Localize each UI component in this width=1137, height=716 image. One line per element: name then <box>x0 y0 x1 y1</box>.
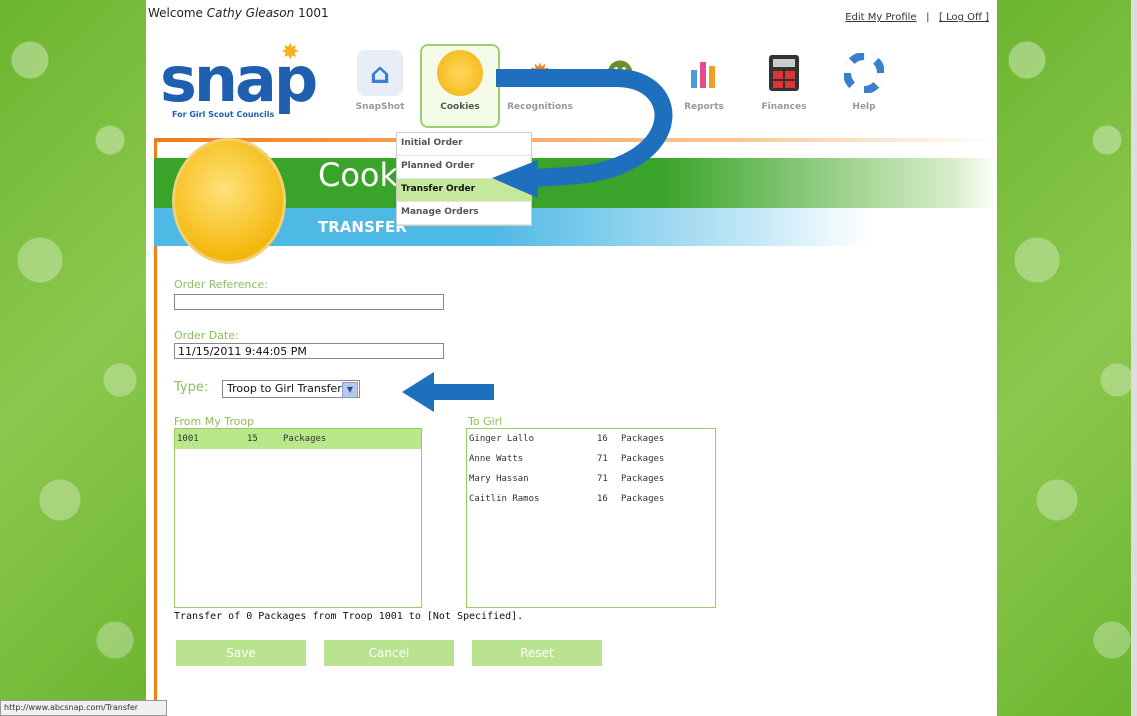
list-item[interactable]: Caitlin Ramos 16 Packages <box>467 489 715 509</box>
right-background-pattern <box>997 0 1137 716</box>
type-select-value: Troop to Girl Transfer <box>227 382 342 395</box>
left-background-pattern <box>0 0 146 716</box>
curved-arrow-head <box>492 160 538 198</box>
girl-name: Mary Hassan <box>469 474 529 484</box>
girl-qty: 16 <box>597 494 608 504</box>
list-item[interactable]: Anne Watts 71 Packages <box>467 449 715 469</box>
vertical-scrollbar[interactable] <box>1131 0 1137 716</box>
browser-status-bar: http://www.abcsnap.com/Transfer <box>0 700 167 716</box>
girl-unit: Packages <box>621 434 665 444</box>
order-date-label: Order Date: <box>174 329 239 342</box>
cancel-button[interactable]: Cancel <box>324 640 454 666</box>
from-troop-label: From My Troop <box>174 415 255 428</box>
main-content: Welcome Cathy Gleason 1001 Edit My Profi… <box>146 0 997 716</box>
girl-qty: 71 <box>597 474 608 484</box>
troop-qty: 15 <box>247 434 258 444</box>
list-item[interactable]: Ginger Lallo 16 Packages <box>467 429 715 449</box>
girl-unit: Packages <box>621 454 665 464</box>
order-date-input[interactable]: 11/15/2011 9:44:05 PM <box>174 343 444 359</box>
transfer-summary: Transfer of 0 Packages from Troop 1001 t… <box>174 611 524 622</box>
order-reference-label: Order Reference: <box>174 278 268 291</box>
girl-name: Ginger Lallo <box>469 434 535 444</box>
list-item[interactable]: Mary Hassan 71 Packages <box>467 469 715 489</box>
type-arrow-shaft <box>430 384 494 400</box>
to-girl-list: Ginger Lallo 16 Packages Anne Watts 71 P… <box>466 428 716 608</box>
girl-qty: 71 <box>597 454 608 464</box>
from-troop-list: 1001 15 Packages <box>174 428 422 608</box>
chevron-down-icon[interactable]: ▼ <box>342 382 358 398</box>
girl-name: Anne Watts <box>469 454 524 464</box>
girl-name: Caitlin Ramos <box>469 494 540 504</box>
type-select[interactable]: Troop to Girl Transfer ▼ <box>222 380 360 398</box>
curved-arrow <box>496 69 673 187</box>
list-item[interactable]: 1001 15 Packages <box>175 429 421 449</box>
save-button[interactable]: Save <box>176 640 306 666</box>
type-arrow-head <box>402 372 434 412</box>
girl-qty: 16 <box>597 434 608 444</box>
girl-unit: Packages <box>621 474 665 484</box>
type-label: Type: <box>174 380 209 395</box>
girl-unit: Packages <box>621 494 665 504</box>
reset-button[interactable]: Reset <box>472 640 602 666</box>
order-reference-input[interactable] <box>174 294 444 310</box>
troop-unit: Packages <box>283 434 327 444</box>
to-girl-label: To Girl <box>468 415 503 428</box>
troop-id: 1001 <box>177 434 199 444</box>
